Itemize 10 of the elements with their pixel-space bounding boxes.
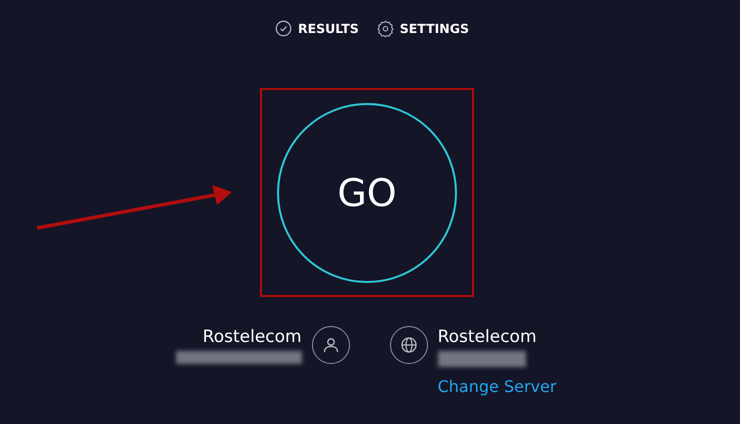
settings-icon xyxy=(376,20,394,36)
results-link[interactable]: RESULTS xyxy=(274,20,359,36)
globe-icon xyxy=(390,326,428,364)
provider-name: Rostelecom xyxy=(202,327,302,347)
check-circle-icon xyxy=(274,20,292,36)
go-button[interactable]: GO xyxy=(277,102,457,282)
server-name: Rostelecom xyxy=(438,327,538,347)
settings-link[interactable]: SETTINGS xyxy=(376,20,469,36)
change-server-link[interactable]: Change Server xyxy=(438,377,556,396)
user-icon xyxy=(312,326,350,364)
